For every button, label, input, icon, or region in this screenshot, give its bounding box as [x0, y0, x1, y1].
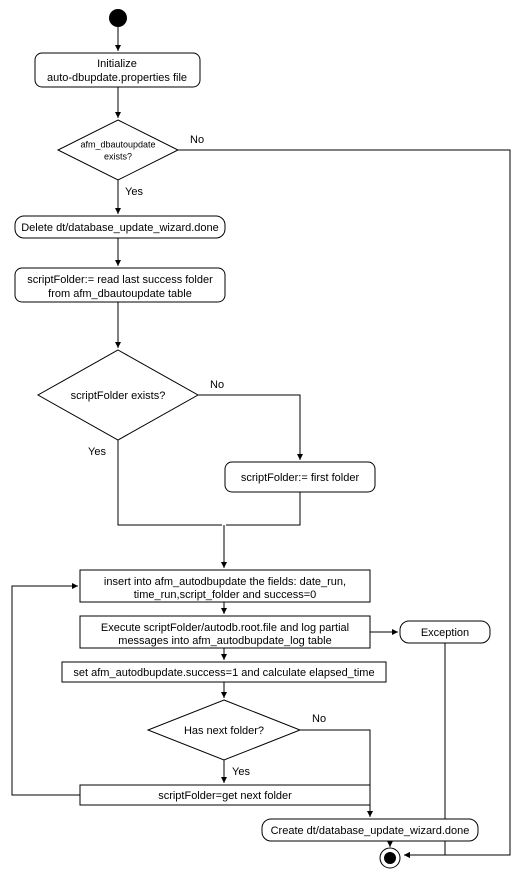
- insert-node: insert into afm_autodbupdate the fields:…: [80, 570, 370, 602]
- svg-text:scriptFolder:= first folder: scriptFolder:= first folder: [241, 472, 360, 484]
- svg-text:from afm_dbautoupdate table: from afm_dbautoupdate table: [48, 288, 192, 300]
- d2-yes-label: Yes: [88, 446, 106, 458]
- d1-no-label: No: [190, 134, 204, 146]
- svg-text:time_run,script_folder and suc: time_run,script_folder and success=0: [134, 589, 317, 601]
- start-node: [109, 9, 127, 27]
- d2-node: scriptFolder exists?: [38, 350, 198, 440]
- flowchart-diagram: Initialize auto-dbupdate.properties file…: [0, 0, 526, 893]
- d3-yes-label: Yes: [232, 766, 250, 778]
- svg-text:messages into afm_autodbupdate: messages into afm_autodbupdate_log table: [118, 635, 331, 647]
- edge-d2-yes-merge: [118, 440, 222, 525]
- edge-getnext-loop: [12, 586, 80, 795]
- setsuccess-node: set afm_autodbupdate.success=1 and calcu…: [62, 662, 386, 682]
- svg-text:exists?: exists?: [104, 151, 132, 161]
- getnext-node: scriptFolder=get next folder: [80, 785, 370, 805]
- svg-text:afm_dbautoupdate: afm_dbautoupdate: [80, 139, 155, 149]
- edge-first-merge: [226, 492, 300, 525]
- d1-yes-label: Yes: [125, 186, 143, 198]
- create-node: Create dt/database_update_wizard.done: [262, 819, 478, 841]
- svg-text:insert into afm_autodbupdate t: insert into afm_autodbupdate the fields:…: [104, 576, 346, 588]
- readlast-node: scriptFolder:= read last success folder …: [15, 268, 225, 302]
- svg-text:Create dt/database_update_wiza: Create dt/database_update_wizard.done: [271, 825, 470, 837]
- svg-text:Delete dt/database_update_wiza: Delete dt/database_update_wizard.done: [21, 222, 219, 234]
- svg-text:scriptFolder=get next folder: scriptFolder=get next folder: [158, 790, 292, 802]
- svg-text:scriptFolder exists?: scriptFolder exists?: [71, 390, 166, 402]
- svg-text:auto-dbupdate.properties file: auto-dbupdate.properties file: [47, 72, 187, 84]
- d3-node: Has next folder?: [148, 700, 300, 760]
- svg-text:Initialize: Initialize: [97, 58, 137, 70]
- execute-node: Execute scriptFolder/autodb.root.file an…: [80, 616, 370, 648]
- svg-text:set afm_autodbupdate.success=1: set afm_autodbupdate.success=1 and calcu…: [73, 667, 374, 679]
- d3-no-label: No: [312, 713, 326, 725]
- end-node: [380, 848, 400, 868]
- svg-text:Has next folder?: Has next folder?: [184, 725, 264, 737]
- edge-d2-no-first: [198, 395, 300, 460]
- svg-text:scriptFolder:= read last succe: scriptFolder:= read last success folder: [27, 274, 213, 286]
- svg-text:Exception: Exception: [421, 627, 469, 639]
- delete-node: Delete dt/database_update_wizard.done: [15, 216, 225, 238]
- init-node: Initialize auto-dbupdate.properties file: [35, 53, 200, 87]
- exception-node: Exception: [400, 621, 490, 643]
- svg-text:Execute scriptFolder/autodb.ro: Execute scriptFolder/autodb.root.file an…: [101, 622, 349, 634]
- firstfolder-node: scriptFolder:= first folder: [225, 462, 375, 492]
- d2-no-label: No: [210, 379, 224, 391]
- d1-node: afm_dbautoupdate exists?: [58, 120, 178, 180]
